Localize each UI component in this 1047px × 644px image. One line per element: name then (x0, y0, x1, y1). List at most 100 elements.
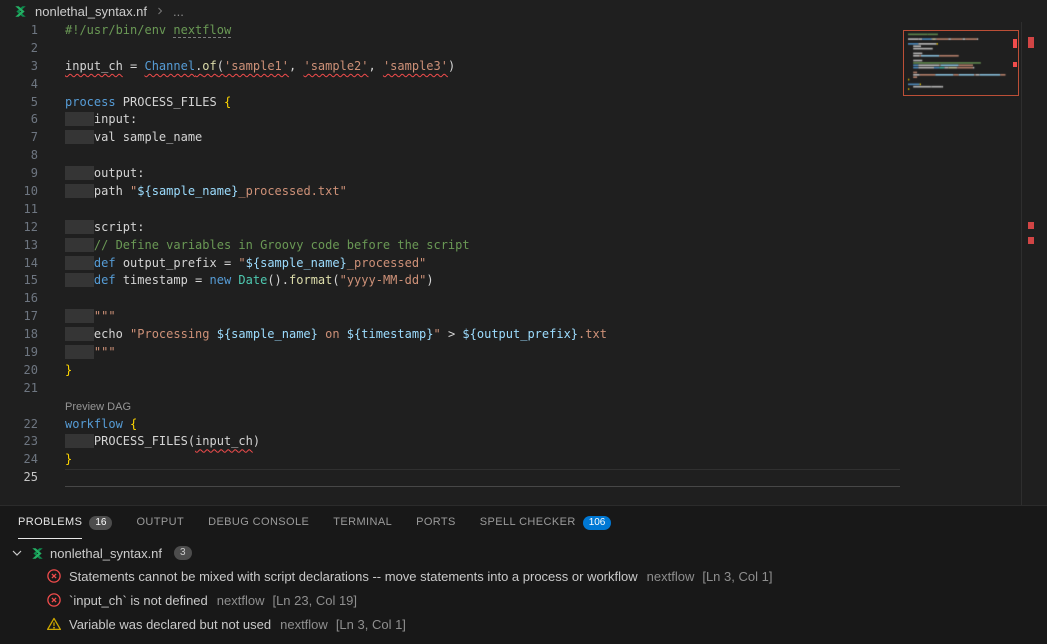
line-number[interactable]: 4 (0, 76, 46, 94)
line-number[interactable]: 10 (0, 183, 46, 201)
line-number[interactable]: 21 (0, 380, 46, 398)
line-number[interactable]: 13 (0, 237, 46, 255)
code-text: echo "Processing ${sample_name} on ${tim… (65, 326, 900, 344)
line-number[interactable]: 15 (0, 272, 46, 290)
code-line-6[interactable]: 6 input: (0, 111, 900, 129)
code-line-13[interactable]: 13 // Define variables in Groovy code be… (0, 237, 900, 255)
panel-tab-terminal[interactable]: TERMINAL (333, 506, 392, 539)
panel-tab-ports[interactable]: PORTS (416, 506, 456, 539)
code-line-11[interactable]: 11 (0, 201, 900, 219)
code-line-21[interactable]: 21 (0, 380, 900, 398)
problem-location: [Ln 23, Col 19] (272, 593, 357, 608)
code-text: workflow { (65, 416, 900, 434)
code-line-2[interactable]: 2 (0, 40, 900, 58)
code-line-1[interactable]: 1 #!/usr/bin/env nextflow (0, 22, 900, 40)
code-text: PROCESS_FILES(input_ch) (65, 433, 900, 451)
problems-file-name: nonlethal_syntax.nf (50, 546, 162, 561)
code-line-16[interactable]: 16 (0, 290, 900, 308)
line-number[interactable]: 12 (0, 219, 46, 237)
line-number[interactable]: 5 (0, 94, 46, 112)
panel-tab-spell-checker[interactable]: SPELL CHECKER106 (480, 506, 612, 539)
line-number[interactable]: 25 (0, 469, 46, 487)
code-line-17[interactable]: 17 """ (0, 308, 900, 326)
nextflow-logo-icon (13, 4, 28, 19)
code-line-14[interactable]: 14 def output_prefix = "${sample_name}_p… (0, 255, 900, 273)
minimap-canvas[interactable] (904, 31, 1018, 95)
code-text: def timestamp = new Date().format("yyyy-… (65, 272, 900, 290)
line-number[interactable]: 17 (0, 308, 46, 326)
line-number[interactable]: 7 (0, 129, 46, 147)
editor-scrollbar-divider (1021, 22, 1022, 505)
warning-icon (46, 616, 62, 632)
problem-message: Variable was declared but not used (69, 617, 271, 632)
code-line-3[interactable]: 3input_ch = Channel.of('sample1', 'sampl… (0, 58, 900, 76)
code-line-5[interactable]: 5process PROCESS_FILES { (0, 94, 900, 112)
code-line-8[interactable]: 8 (0, 147, 900, 165)
code-line-20[interactable]: 20} (0, 362, 900, 380)
line-number[interactable]: 2 (0, 40, 46, 58)
code-line-22[interactable]: 22 workflow { (0, 416, 900, 434)
code-text: script: (65, 219, 900, 237)
problem-item[interactable]: Variable was declared but not used nextfl… (0, 612, 1047, 636)
panel-tab-debug-console[interactable]: DEBUG CONSOLE (208, 506, 309, 539)
panel-tab-output[interactable]: OUTPUT (136, 506, 184, 539)
panel-tab-label: PROBLEMS (18, 506, 82, 539)
code-text: val sample_name (65, 129, 900, 147)
chevron-down-icon[interactable] (9, 545, 25, 561)
code-text (65, 76, 900, 94)
problem-message: `input_ch` is not defined (69, 593, 208, 608)
code-line-10[interactable]: 10 path "${sample_name}_processed.txt" (0, 183, 900, 201)
line-number[interactable]: 18 (0, 326, 46, 344)
code-line-4[interactable]: 4 (0, 76, 900, 94)
panel-tab-bar: PROBLEMS16 OUTPUT DEBUG CONSOLE TERMINAL POR… (0, 506, 1047, 539)
code-text (65, 201, 900, 219)
code-line-9[interactable]: 9 output: (0, 165, 900, 183)
bottom-panel: PROBLEMS16 OUTPUT DEBUG CONSOLE TERMINAL POR… (0, 505, 1047, 644)
code-text: input: (65, 111, 900, 129)
breadcrumb-ellipsis[interactable]: ... (173, 4, 184, 19)
problem-item[interactable]: `input_ch` is not definednextflow[Ln 23,… (0, 588, 1047, 612)
code-text: #!/usr/bin/env nextflow (65, 22, 900, 40)
code-line-7[interactable]: 7 val sample_name (0, 129, 900, 147)
breadcrumb-filename[interactable]: nonlethal_syntax.nf (35, 4, 147, 19)
line-number[interactable]: 3 (0, 58, 46, 76)
code-text (65, 290, 900, 308)
code-line-23[interactable]: 23 PROCESS_FILES(input_ch) (0, 433, 900, 451)
line-number[interactable]: 9 (0, 165, 46, 183)
code-line-25[interactable]: 25 (0, 469, 900, 487)
minimap[interactable] (903, 30, 1019, 96)
code-text: } (65, 451, 900, 469)
breadcrumb: nonlethal_syntax.nf ... (0, 0, 1047, 22)
panel-tab-problems[interactable]: PROBLEMS16 (18, 506, 112, 539)
panel-tab-label: PORTS (416, 506, 456, 539)
overview-ruler-error-mark (1028, 37, 1034, 48)
line-number[interactable]: 19 (0, 344, 46, 362)
line-number[interactable]: 22 (0, 416, 46, 434)
code-line-15[interactable]: 15 def timestamp = new Date().format("yy… (0, 272, 900, 290)
problem-message: Statements cannot be mixed with script d… (69, 569, 638, 584)
line-number[interactable]: 14 (0, 255, 46, 273)
line-number[interactable]: 24 (0, 451, 46, 469)
problem-location: [Ln 3, Col 1] (702, 569, 772, 584)
problems-file-row[interactable]: nonlethal_syntax.nf 3 (0, 542, 1047, 564)
panel-tab-label: OUTPUT (136, 506, 184, 539)
code-text: """ (65, 308, 900, 326)
code-line-18[interactable]: 18 echo "Processing ${sample_name} on ${… (0, 326, 900, 344)
problem-item[interactable]: Statements cannot be mixed with script d… (0, 564, 1047, 588)
line-number[interactable]: 11 (0, 201, 46, 219)
code-line-12[interactable]: 12 script: (0, 219, 900, 237)
line-number[interactable]: 1 (0, 22, 46, 40)
code-line-24[interactable]: 24} (0, 451, 900, 469)
code-text (65, 147, 900, 165)
chevron-right-icon (154, 5, 166, 17)
line-number[interactable]: 6 (0, 111, 46, 129)
code-lens-link[interactable]: Preview DAG (65, 398, 131, 416)
line-number[interactable]: 20 (0, 362, 46, 380)
overview-ruler-error-mark (1028, 222, 1034, 229)
line-number[interactable]: 23 (0, 433, 46, 451)
line-number[interactable]: 8 (0, 147, 46, 165)
line-number[interactable]: 16 (0, 290, 46, 308)
code-text (65, 469, 900, 487)
problem-source: nextflow (280, 617, 328, 632)
code-line-19[interactable]: 19 """ (0, 344, 900, 362)
